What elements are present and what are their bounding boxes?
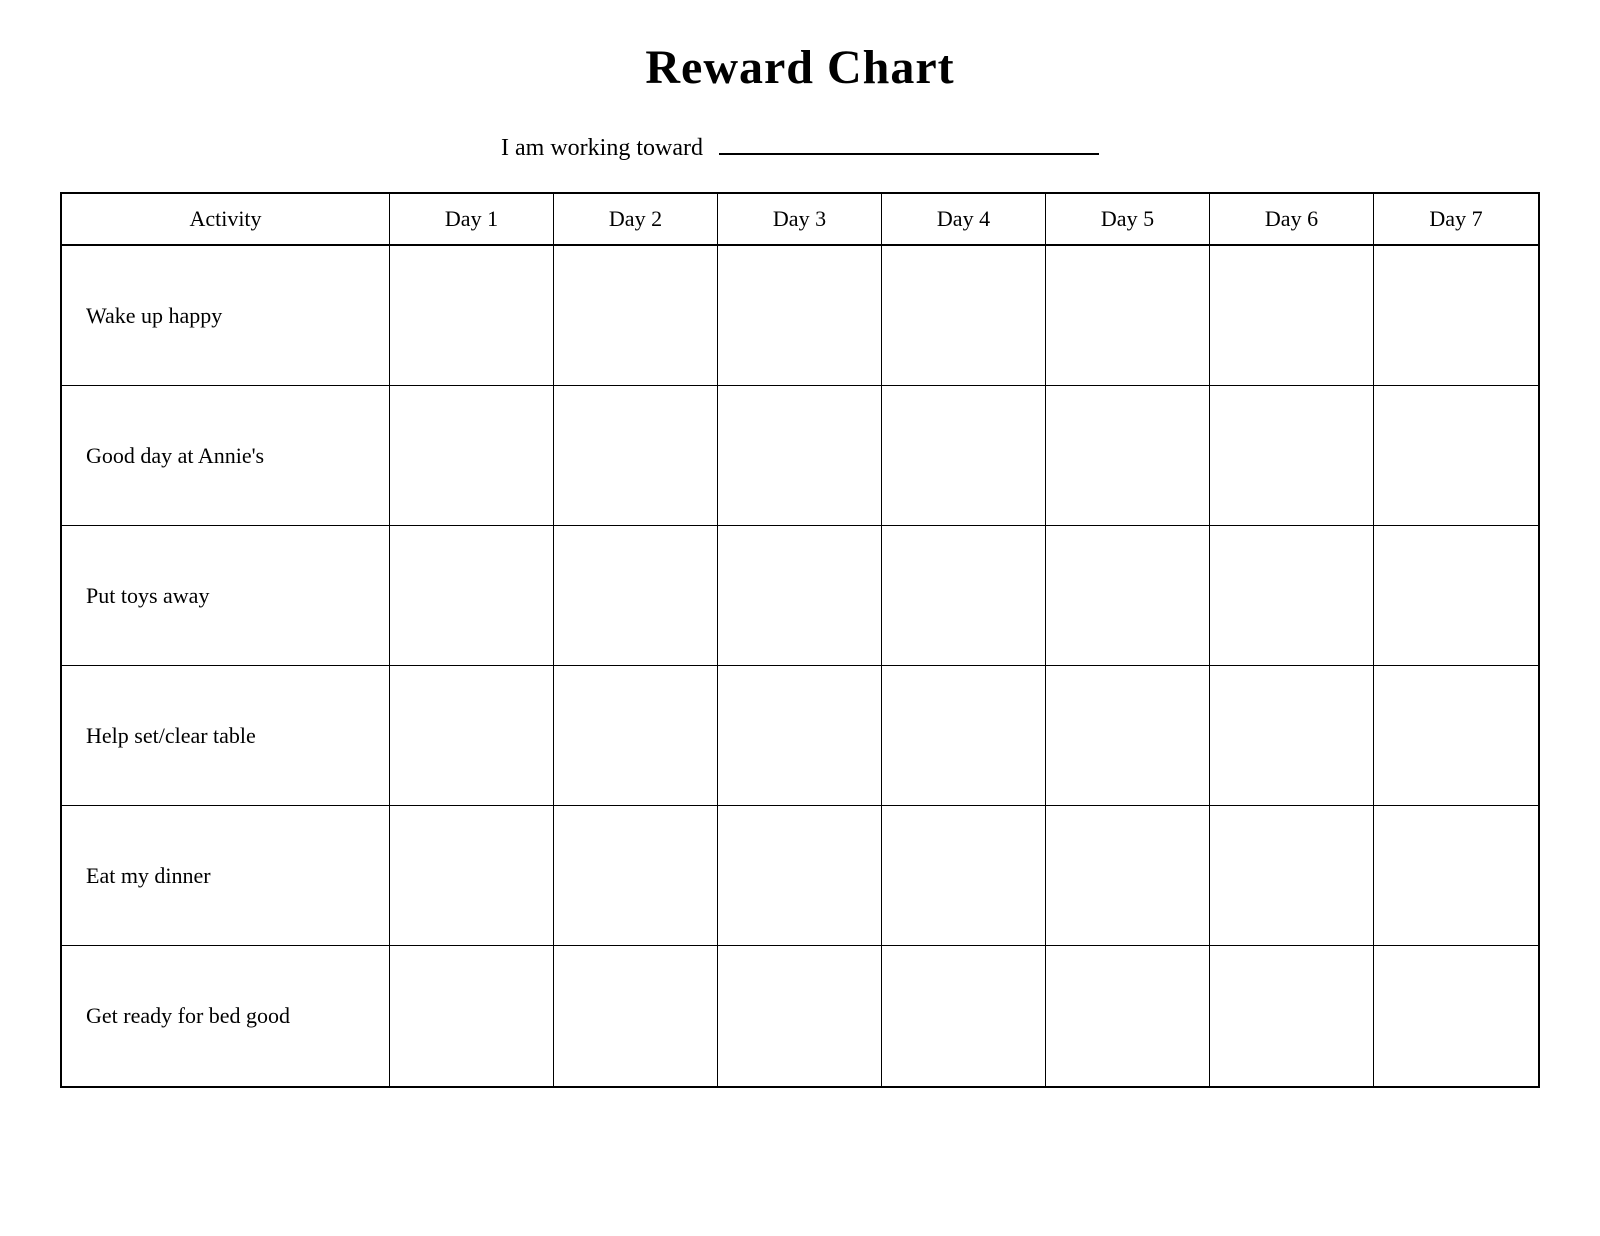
day2-cell bbox=[554, 946, 718, 1086]
activity-label: Put toys away bbox=[62, 526, 390, 665]
day1-cell bbox=[390, 666, 554, 805]
day4-cell bbox=[882, 246, 1046, 385]
day3-cell bbox=[718, 386, 882, 525]
day6-cell bbox=[1210, 806, 1374, 945]
chart-table: Activity Day 1 Day 2 Day 3 Day 4 Day 5 D… bbox=[60, 192, 1540, 1088]
day3-cell bbox=[718, 946, 882, 1086]
day7-cell bbox=[1374, 666, 1538, 805]
table-row: Good day at Annie's bbox=[62, 386, 1538, 526]
reward-chart-page: Reward Chart I am working toward Activit… bbox=[60, 40, 1540, 1088]
header-day1: Day 1 bbox=[390, 194, 554, 244]
day2-cell bbox=[554, 526, 718, 665]
day2-cell bbox=[554, 246, 718, 385]
day6-cell bbox=[1210, 946, 1374, 1086]
day3-cell bbox=[718, 526, 882, 665]
table-row: Get ready for bed good bbox=[62, 946, 1538, 1086]
day1-cell bbox=[390, 246, 554, 385]
day4-cell bbox=[882, 666, 1046, 805]
day7-cell bbox=[1374, 386, 1538, 525]
header-day6: Day 6 bbox=[1210, 194, 1374, 244]
day4-cell bbox=[882, 946, 1046, 1086]
activity-label: Eat my dinner bbox=[62, 806, 390, 945]
day5-cell bbox=[1046, 246, 1210, 385]
day7-cell bbox=[1374, 246, 1538, 385]
table-row: Put toys away bbox=[62, 526, 1538, 666]
header-day7: Day 7 bbox=[1374, 194, 1538, 244]
table-row: Eat my dinner bbox=[62, 806, 1538, 946]
day5-cell bbox=[1046, 806, 1210, 945]
day3-cell bbox=[718, 666, 882, 805]
day4-cell bbox=[882, 526, 1046, 665]
chart-header: Activity Day 1 Day 2 Day 3 Day 4 Day 5 D… bbox=[62, 194, 1538, 246]
day2-cell bbox=[554, 666, 718, 805]
header-day4: Day 4 bbox=[882, 194, 1046, 244]
day5-cell bbox=[1046, 526, 1210, 665]
day7-cell bbox=[1374, 526, 1538, 665]
header-day2: Day 2 bbox=[554, 194, 718, 244]
table-row: Help set/clear table bbox=[62, 666, 1538, 806]
day1-cell bbox=[390, 526, 554, 665]
day6-cell bbox=[1210, 526, 1374, 665]
day6-cell bbox=[1210, 666, 1374, 805]
working-toward-line bbox=[719, 153, 1099, 155]
day1-cell bbox=[390, 806, 554, 945]
day4-cell bbox=[882, 806, 1046, 945]
header-activity: Activity bbox=[62, 194, 390, 244]
day5-cell bbox=[1046, 946, 1210, 1086]
day3-cell bbox=[718, 246, 882, 385]
activity-label: Help set/clear table bbox=[62, 666, 390, 805]
subtitle-row: I am working toward bbox=[60, 135, 1540, 162]
day7-cell bbox=[1374, 806, 1538, 945]
table-row: Wake up happy bbox=[62, 246, 1538, 386]
header-day5: Day 5 bbox=[1046, 194, 1210, 244]
day1-cell bbox=[390, 946, 554, 1086]
header-day3: Day 3 bbox=[718, 194, 882, 244]
day7-cell bbox=[1374, 946, 1538, 1086]
day3-cell bbox=[718, 806, 882, 945]
day6-cell bbox=[1210, 246, 1374, 385]
day5-cell bbox=[1046, 386, 1210, 525]
page-title: Reward Chart bbox=[60, 40, 1540, 95]
day5-cell bbox=[1046, 666, 1210, 805]
day2-cell bbox=[554, 806, 718, 945]
activity-label: Get ready for bed good bbox=[62, 946, 390, 1086]
day1-cell bbox=[390, 386, 554, 525]
subtitle-text: I am working toward bbox=[501, 135, 703, 162]
day4-cell bbox=[882, 386, 1046, 525]
activity-label: Wake up happy bbox=[62, 246, 390, 385]
day6-cell bbox=[1210, 386, 1374, 525]
day2-cell bbox=[554, 386, 718, 525]
activity-label: Good day at Annie's bbox=[62, 386, 390, 525]
